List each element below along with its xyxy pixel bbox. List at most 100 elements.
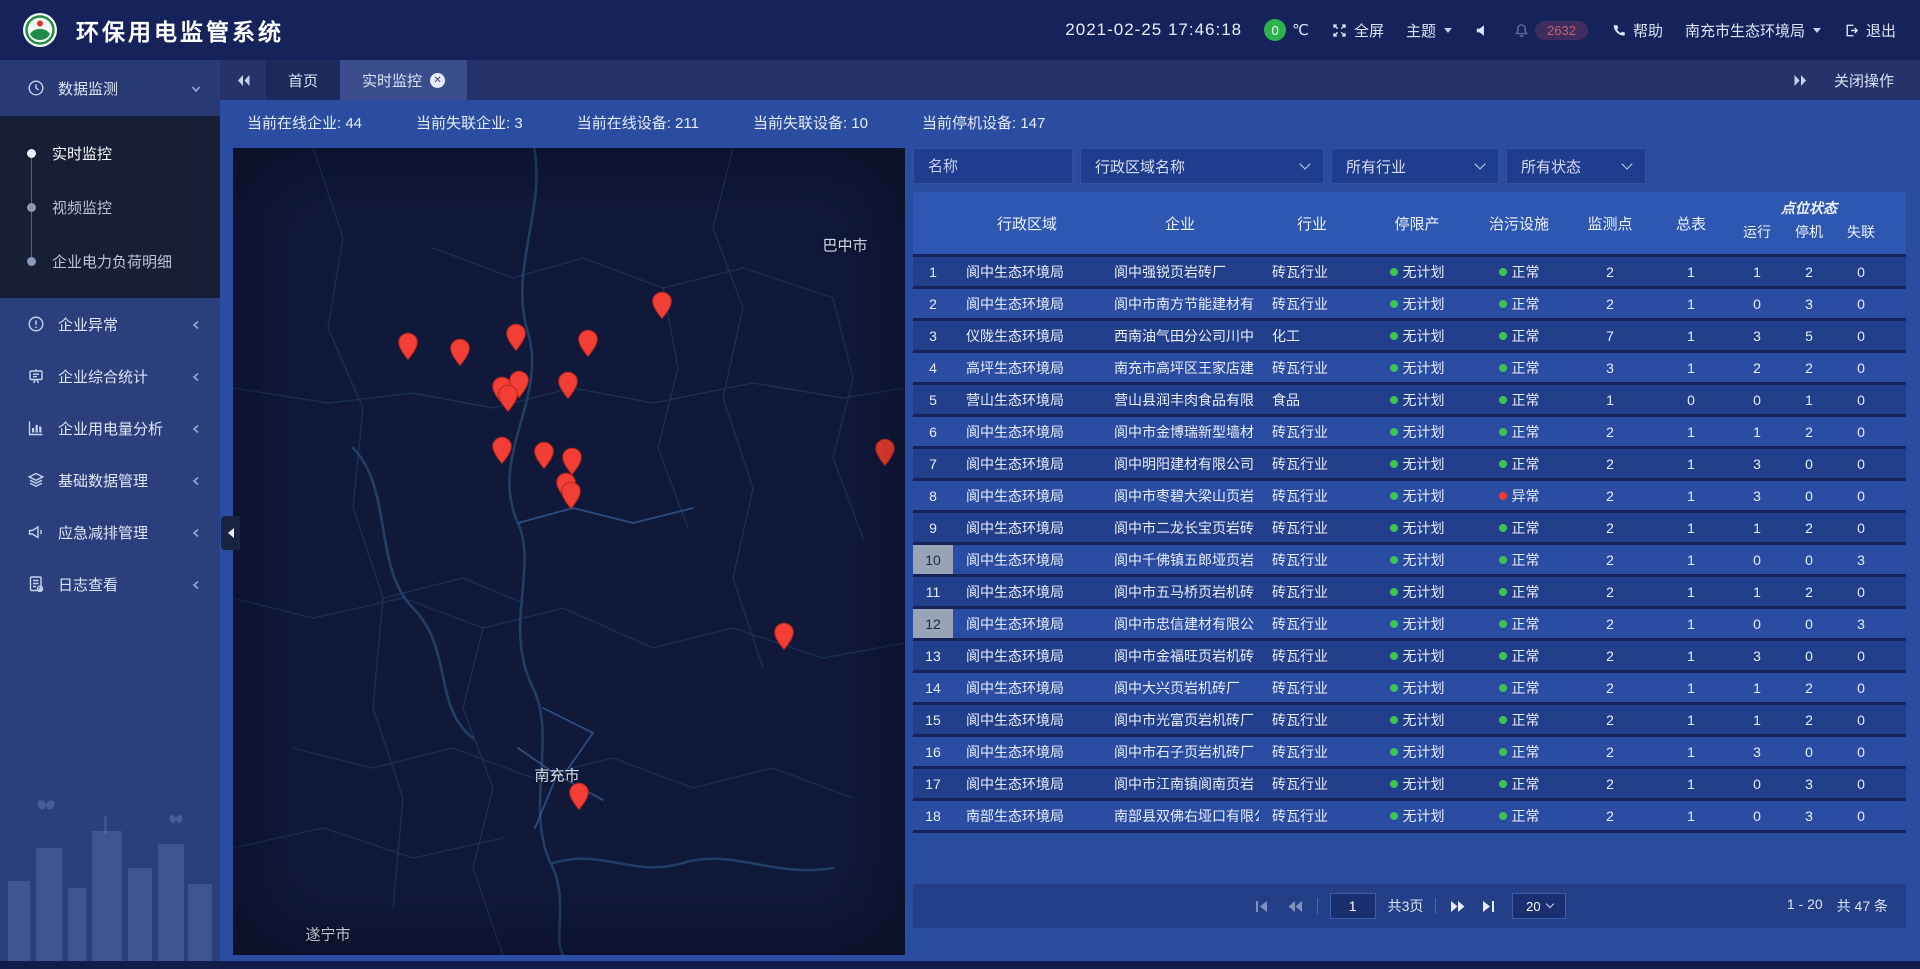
datetime-label: 2021-02-25 17:46:18 bbox=[1065, 20, 1242, 40]
table-row[interactable]: 15阆中生态环境局阆中市光富页岩机砖厂砖瓦行业无计划正常21120 bbox=[913, 705, 1906, 737]
table-row[interactable]: 4高坪生态环境局南充市高坪区王家店建砖瓦行业无计划正常31220 bbox=[913, 353, 1906, 385]
table-row[interactable]: 11阆中生态环境局阆中市五马桥页岩机砖砖瓦行业无计划正常21120 bbox=[913, 577, 1906, 609]
map-pin-icon[interactable] bbox=[498, 384, 519, 412]
map-pin-icon[interactable] bbox=[875, 438, 896, 466]
cell-company: 营山县润丰肉食品有限 bbox=[1101, 385, 1259, 414]
row-index[interactable]: 6 bbox=[913, 417, 953, 446]
map-pin-icon[interactable] bbox=[562, 447, 583, 475]
status-dot-red bbox=[1499, 492, 1507, 500]
row-index[interactable]: 4 bbox=[913, 353, 953, 382]
table-row[interactable]: 9阆中生态环境局阆中市二龙长宝页岩砖砖瓦行业无计划正常21120 bbox=[913, 513, 1906, 545]
table-row[interactable]: 13阆中生态环境局阆中市金福旺页岩机砖砖瓦行业无计划正常21300 bbox=[913, 641, 1906, 673]
table-row[interactable]: 6阆中生态环境局阆中市金博瑞新型墙材砖瓦行业无计划正常21120 bbox=[913, 417, 1906, 449]
mute-speaker-button[interactable] bbox=[1474, 22, 1491, 39]
table-row[interactable]: 8阆中生态环境局阆中市枣碧大梁山页岩砖瓦行业无计划异常21300 bbox=[913, 481, 1906, 513]
tab-实时监控[interactable]: 实时监控✕ bbox=[340, 60, 467, 100]
region-filter-select[interactable]: 行政区域名称 bbox=[1080, 148, 1324, 184]
page-number-input[interactable]: 1 bbox=[1330, 893, 1376, 919]
help-button[interactable]: 帮助 bbox=[1610, 20, 1663, 41]
close-operations-dropdown[interactable]: 关闭操作 bbox=[1834, 70, 1894, 91]
row-index[interactable]: 15 bbox=[913, 705, 953, 734]
row-index[interactable]: 8 bbox=[913, 481, 953, 510]
sidebar-item-power-usage-analysis[interactable]: 企业用电量分析 bbox=[0, 402, 220, 454]
table-row[interactable]: 5营山生态环境局营山县润丰肉食品有限食品无计划正常10010 bbox=[913, 385, 1906, 417]
sidebar-item-log-view[interactable]: 日志查看 bbox=[0, 558, 220, 610]
pager-divider bbox=[1317, 898, 1318, 914]
map-pin-icon[interactable] bbox=[561, 481, 582, 509]
map-pin-icon[interactable] bbox=[652, 291, 673, 319]
cell-run: 3 bbox=[1731, 449, 1783, 478]
row-index[interactable]: 13 bbox=[913, 641, 953, 670]
row-index[interactable]: 2 bbox=[913, 289, 953, 318]
logout-button[interactable]: 退出 bbox=[1843, 20, 1896, 41]
org-dropdown[interactable]: 南充市生态环境局 bbox=[1685, 20, 1821, 41]
table-row[interactable]: 2阆中生态环境局阆中市南方节能建材有砖瓦行业无计划正常21030 bbox=[913, 289, 1906, 321]
row-index[interactable]: 11 bbox=[913, 577, 953, 606]
map-pin-icon[interactable] bbox=[534, 441, 555, 469]
next-page-button[interactable] bbox=[1448, 898, 1468, 914]
row-index[interactable]: 5 bbox=[913, 385, 953, 414]
sidebar-subitem-label: 企业电力负荷明细 bbox=[52, 251, 172, 272]
row-index[interactable]: 17 bbox=[913, 769, 953, 798]
notifications-button[interactable]: 2632 bbox=[1513, 21, 1588, 40]
map-pin-icon[interactable] bbox=[450, 338, 471, 366]
map-pin-icon[interactable] bbox=[398, 332, 419, 360]
main-content: 首页实时监控✕ 关闭操作 当前在线企业: 44当前失联企业: 3当前在线设备: … bbox=[220, 60, 1920, 961]
page-size-select[interactable]: 20 bbox=[1512, 893, 1566, 919]
fullscreen-button[interactable]: 全屏 bbox=[1331, 20, 1384, 41]
row-index[interactable]: 16 bbox=[913, 737, 953, 766]
row-index[interactable]: 10 bbox=[913, 545, 953, 574]
table-row[interactable]: 18南部生态环境局南部县双佛右垭口有限公砖瓦行业无计划正常21030 bbox=[913, 801, 1906, 833]
industry-filter-select[interactable]: 所有行业 bbox=[1331, 148, 1499, 184]
theme-dropdown[interactable]: 主题 bbox=[1406, 20, 1452, 41]
first-page-button[interactable] bbox=[1253, 898, 1273, 914]
map-pin-icon[interactable] bbox=[506, 323, 527, 351]
row-index[interactable]: 9 bbox=[913, 513, 953, 542]
col-stop: 停机 bbox=[1783, 218, 1835, 254]
table-row[interactable]: 10阆中生态环境局阆中千佛镇五郎垭页岩砖瓦行业无计划正常21003 bbox=[913, 545, 1906, 577]
board-icon bbox=[27, 367, 45, 385]
last-page-button[interactable] bbox=[1480, 898, 1500, 914]
tabs-scroll-left-button[interactable] bbox=[220, 60, 266, 100]
map-pin-icon[interactable] bbox=[774, 622, 795, 650]
sidebar-item-base-data[interactable]: 基础数据管理 bbox=[0, 454, 220, 506]
row-index[interactable]: 12 bbox=[913, 609, 953, 638]
table-row[interactable]: 3仪陇生态环境局西南油气田分公司川中化工无计划正常71350 bbox=[913, 321, 1906, 353]
sidebar-item-company-statistics[interactable]: 企业综合统计 bbox=[0, 350, 220, 402]
table-row[interactable]: 12阆中生态环境局阆中市忠信建材有限公砖瓦行业无计划正常21003 bbox=[913, 609, 1906, 641]
sidebar-subitem-label: 实时监控 bbox=[52, 143, 112, 164]
table-row[interactable]: 16阆中生态环境局阆中市石子页岩机砖厂砖瓦行业无计划正常21300 bbox=[913, 737, 1906, 769]
row-index[interactable]: 18 bbox=[913, 801, 953, 830]
map-pin-icon[interactable] bbox=[558, 371, 579, 399]
table-row[interactable]: 14阆中生态环境局阆中大兴页岩机砖厂砖瓦行业无计划正常21120 bbox=[913, 673, 1906, 705]
row-index[interactable]: 3 bbox=[913, 321, 953, 350]
table-row[interactable]: 1阆中生态环境局阆中强锐页岩砖厂砖瓦行业无计划正常21120 bbox=[913, 257, 1906, 289]
table-row[interactable]: 17阆中生态环境局阆中市江南镇阆南页岩砖瓦行业无计划正常21030 bbox=[913, 769, 1906, 801]
sidebar-subitem-企业电力负荷明细[interactable]: 企业电力负荷明细 bbox=[0, 234, 220, 288]
sidebar-subitem-实时监控[interactable]: 实时监控 bbox=[0, 126, 220, 180]
sidebar-item-data-monitor[interactable]: 数据监测 bbox=[0, 60, 220, 116]
tabs-scroll-right-button[interactable] bbox=[1793, 74, 1808, 87]
tab-首页[interactable]: 首页 bbox=[266, 60, 340, 100]
prev-page-button[interactable] bbox=[1285, 898, 1305, 914]
name-filter-input[interactable] bbox=[913, 148, 1073, 184]
map-pin-icon[interactable] bbox=[492, 436, 513, 464]
cell-facility-label: 正常 bbox=[1512, 582, 1540, 602]
bell-icon bbox=[1513, 22, 1530, 39]
sidebar-item-company-abnormal[interactable]: 企业异常 bbox=[0, 298, 220, 350]
table-row[interactable]: 7阆中生态环境局阆中明阳建材有限公司砖瓦行业无计划正常21300 bbox=[913, 449, 1906, 481]
sidebar-item-emergency-reduction[interactable]: 应急减排管理 bbox=[0, 506, 220, 558]
row-index[interactable]: 1 bbox=[913, 257, 953, 286]
sidebar-item-label: 日志查看 bbox=[58, 574, 118, 595]
map-pin-icon[interactable] bbox=[569, 782, 590, 810]
status-filter-select[interactable]: 所有状态 bbox=[1506, 148, 1646, 184]
map-pin-icon[interactable] bbox=[578, 329, 599, 357]
row-index[interactable]: 7 bbox=[913, 449, 953, 478]
row-index[interactable]: 14 bbox=[913, 673, 953, 702]
cell-company: 阆中市江南镇阆南页岩 bbox=[1101, 769, 1259, 798]
map-collapse-handle[interactable] bbox=[221, 516, 240, 550]
sidebar-subitem-视频监控[interactable]: 视频监控 bbox=[0, 180, 220, 234]
tab-close-icon[interactable]: ✕ bbox=[430, 73, 445, 88]
cell-limit: 无计划 bbox=[1365, 481, 1469, 510]
map-panel[interactable]: 巴中市南充市遂宁市 bbox=[233, 148, 905, 955]
